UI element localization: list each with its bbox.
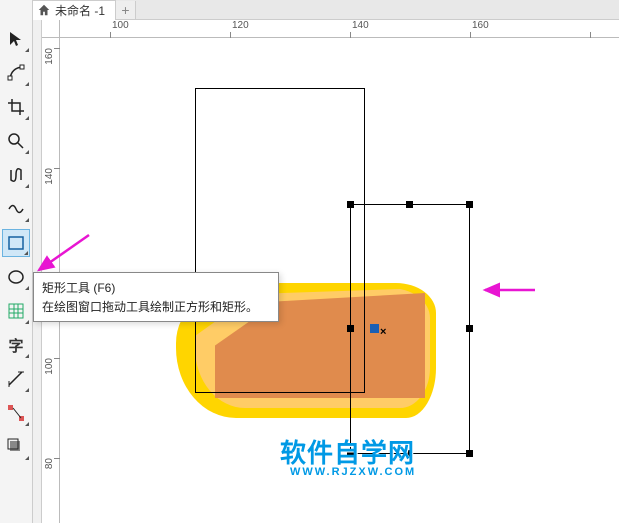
parallel-dimension-tool[interactable] (2, 365, 30, 393)
selection-center-marker: × (380, 326, 386, 338)
connector-tool[interactable] (2, 399, 30, 427)
flyout-indicator-icon (25, 48, 29, 52)
ruler-v-label: 100 (44, 358, 55, 375)
ruler-h-label: 120 (232, 20, 249, 31)
flyout-indicator-icon (25, 82, 29, 86)
crop-tool[interactable] (2, 93, 30, 121)
flyout-indicator-icon (24, 251, 28, 255)
ruler-origin[interactable] (42, 20, 60, 38)
horizontal-ruler[interactable]: 100 120 140 160 (60, 20, 619, 38)
pick-tool[interactable] (2, 25, 30, 53)
graph-paper-tool[interactable] (2, 297, 30, 325)
toolbox: 字 (0, 0, 33, 523)
document-tabbar: 未命名 -1 + (33, 0, 619, 20)
watermark: 软件自学网 WWW.RJZXW.COM (280, 433, 416, 478)
rectangle-object-2-selected[interactable] (350, 204, 470, 454)
tooltip-title: 矩形工具 (F6) (42, 279, 270, 296)
text-tool[interactable]: 字 (2, 331, 30, 359)
selection-handle-tl[interactable] (347, 201, 354, 208)
annotation-arrow-right (480, 280, 540, 303)
document-tab-1[interactable]: 未命名 -1 (33, 0, 116, 20)
ellipse-tool[interactable] (2, 263, 30, 291)
selection-handle-tm[interactable] (406, 201, 413, 208)
ruler-v-label: 140 (44, 168, 55, 185)
shape-tool[interactable] (2, 59, 30, 87)
flyout-indicator-icon (25, 184, 29, 188)
selection-handle-mr[interactable] (466, 325, 473, 332)
new-tab-button[interactable]: + (116, 1, 136, 19)
flyout-indicator-icon (25, 116, 29, 120)
flyout-indicator-icon (25, 320, 29, 324)
object-node[interactable] (370, 324, 379, 333)
flyout-indicator-icon (25, 218, 29, 222)
ruler-v-label: 160 (44, 48, 55, 65)
ruler-h-label: 160 (472, 20, 489, 31)
document-tab-label: 未命名 -1 (55, 2, 105, 19)
selection-handle-tr[interactable] (466, 201, 473, 208)
flyout-indicator-icon (25, 354, 29, 358)
ruler-h-label: 100 (112, 20, 129, 31)
ruler-h-label: 140 (352, 20, 369, 31)
home-icon (37, 3, 51, 17)
plus-icon: + (121, 2, 129, 18)
freehand-tool[interactable] (2, 161, 30, 189)
flyout-indicator-icon (25, 150, 29, 154)
drop-shadow-tool[interactable] (2, 433, 30, 461)
selection-handle-ml[interactable] (347, 325, 354, 332)
watermark-title: 软件自学网 (280, 433, 416, 470)
selection-handle-br[interactable] (466, 450, 473, 457)
ruler-v-label: 80 (44, 458, 55, 469)
rectangle-tool[interactable] (2, 229, 30, 257)
zoom-tool[interactable] (2, 127, 30, 155)
tool-tooltip: 矩形工具 (F6) 在绘图窗口拖动工具绘制正方形和矩形。 (33, 272, 279, 322)
flyout-indicator-icon (25, 388, 29, 392)
flyout-indicator-icon (25, 422, 29, 426)
flyout-indicator-icon (25, 286, 29, 290)
rectangle-object-1[interactable] (195, 88, 365, 393)
watermark-url: WWW.RJZXW.COM (290, 466, 416, 478)
artistic-media-tool[interactable] (2, 195, 30, 223)
flyout-indicator-icon (25, 456, 29, 460)
tooltip-body: 在绘图窗口拖动工具绘制正方形和矩形。 (42, 298, 270, 315)
